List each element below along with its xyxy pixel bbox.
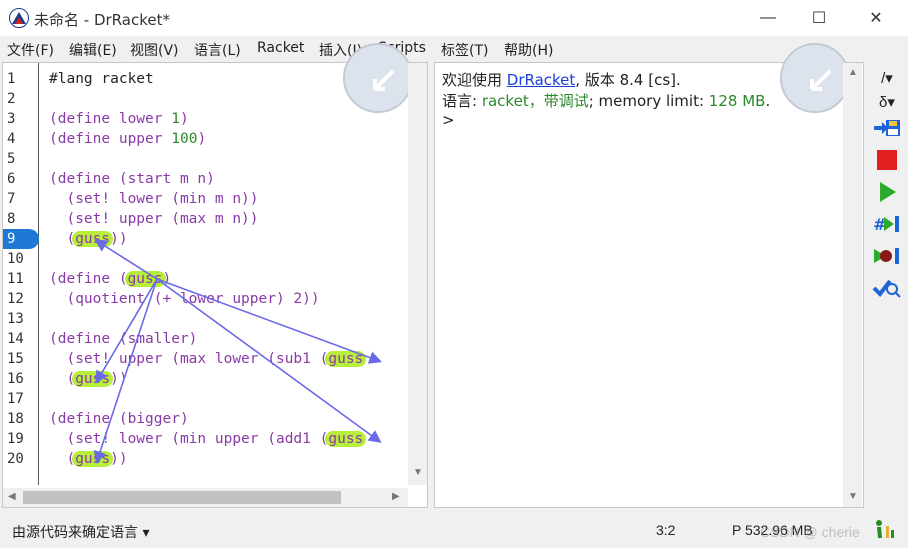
welcome-message: 欢迎使用 DrRacket, 版本 8.4 [cs]. [442, 69, 681, 90]
drracket-logo-icon [9, 8, 29, 28]
macro-stepper-menu-button[interactable]: δ▾ [870, 88, 904, 116]
save-button[interactable] [870, 114, 904, 142]
menu-racket[interactable]: Racket [257, 40, 304, 56]
memory-limit-value: 128 MB [708, 92, 766, 110]
line-number: 12 [7, 291, 24, 307]
scroll-down-icon[interactable]: ▼ [413, 467, 423, 478]
scroll-left-icon[interactable]: ◀ [8, 491, 16, 502]
code-area[interactable]: #lang racket (define lower 1) (define up… [49, 63, 405, 485]
menu-view[interactable]: 视图(V) [130, 40, 179, 60]
memory-label: ; memory limit: [588, 92, 709, 110]
stop-icon [877, 150, 897, 170]
debug-button[interactable] [870, 242, 904, 270]
maximize-button[interactable]: ☐ [796, 0, 842, 36]
line-number: 4 [7, 131, 16, 147]
line-number: 18 [7, 411, 24, 427]
binding-arrows [93, 239, 383, 465]
menu-bar: 文件(F) 编辑(E) 视图(V) 语言(L) Racket 插入(I) Scr… [0, 36, 908, 62]
run-button[interactable] [870, 178, 904, 206]
line-number: 8 [7, 211, 16, 227]
welcome-text: 欢迎使用 [442, 71, 507, 89]
line-number: 11 [7, 271, 24, 287]
run-icon [880, 182, 896, 202]
menu-help[interactable]: 帮助(H) [504, 40, 553, 60]
menu-edit[interactable]: 编辑(E) [69, 40, 117, 60]
menu-file[interactable]: 文件(F) [7, 40, 54, 60]
cursor-position: 3:2 [656, 522, 676, 538]
editor-horizontal-scrollbar[interactable]: ◀ ▶ [3, 488, 408, 507]
window-title: 未命名 - DrRacket* [34, 11, 170, 29]
minimize-button[interactable]: — [745, 0, 791, 36]
status-bar: 由源代码来确定语言 ▾ 3:2 P 532.96 MB CSDN @ cheri… [0, 512, 908, 548]
active-line-number: 9 [3, 229, 39, 249]
line-number: 2 [7, 91, 16, 107]
check-syntax-icon [872, 279, 901, 298]
line-number: 13 [7, 311, 24, 327]
vertical-toolbar: /▾ δ▾ # [866, 62, 908, 508]
stop-button[interactable] [870, 146, 904, 174]
line-number: 16 [7, 371, 24, 387]
language-label: 语言: [442, 92, 482, 110]
line-number: 7 [7, 191, 16, 207]
menu-tabs[interactable]: 标签(T) [441, 40, 488, 60]
line-number: 5 [7, 151, 16, 167]
definitions-editor[interactable]: 1 2 3 4 5 6 7 8 9 10 11 12 13 14 15 16 1… [2, 43, 428, 508]
step-button[interactable]: # [870, 210, 904, 238]
line-number: 6 [7, 171, 16, 187]
line-number: 1 [7, 71, 16, 87]
gc-runner-icon [876, 520, 894, 538]
repl-vertical-scrollbar[interactable]: ▲ ▼ [843, 63, 862, 507]
version-text: , 版本 8.4 [cs]. [575, 71, 681, 89]
line-number: 14 [7, 331, 24, 347]
drracket-window: 未命名 - DrRacket* — ☐ ✕ 文件(F) 编辑(E) 视图(V) … [0, 0, 908, 548]
title-bar: 未命名 - DrRacket* — ☐ ✕ [0, 0, 908, 36]
scroll-down-icon[interactable]: ▼ [848, 491, 858, 502]
step-icon: # [873, 215, 899, 234]
scroll-right-icon[interactable]: ▶ [392, 491, 400, 502]
scroll-up-icon[interactable]: ▲ [848, 67, 858, 78]
line-number: 17 [7, 391, 24, 407]
period: . [765, 92, 771, 110]
close-button[interactable]: ✕ [853, 0, 899, 36]
arrow-watermark-icon [810, 69, 832, 91]
language-selector[interactable]: 由源代码来确定语言 ▾ [12, 522, 149, 542]
line-number: 10 [7, 251, 24, 267]
editor-vertical-scrollbar[interactable]: ▼ [408, 63, 427, 485]
line-number: 20 [7, 451, 24, 467]
language-value: racket，带调试 [481, 92, 589, 110]
line-number: 19 [7, 431, 24, 447]
repl-prompt[interactable]: > [442, 111, 455, 129]
debug-icon [874, 248, 899, 264]
check-syntax-button[interactable] [870, 274, 904, 302]
menu-language[interactable]: 语言(L) [194, 40, 241, 60]
save-icon [874, 120, 900, 136]
language-message: 语言: racket，带调试; memory limit: 128 MB. [442, 90, 770, 111]
line-number-gutter: 1 2 3 4 5 6 7 8 9 10 11 12 13 14 15 16 1… [3, 63, 39, 485]
interactions-pane[interactable]: 欢迎使用 DrRacket, 版本 8.4 [cs]. 语言: racket，带… [434, 43, 864, 508]
line-number: 15 [7, 351, 24, 367]
drracket-link[interactable]: DrRacket [507, 71, 576, 89]
line-number: 3 [7, 111, 16, 127]
watermark: CSDN @ cherie [760, 524, 860, 540]
horizontal-scroll-thumb[interactable] [23, 491, 341, 504]
